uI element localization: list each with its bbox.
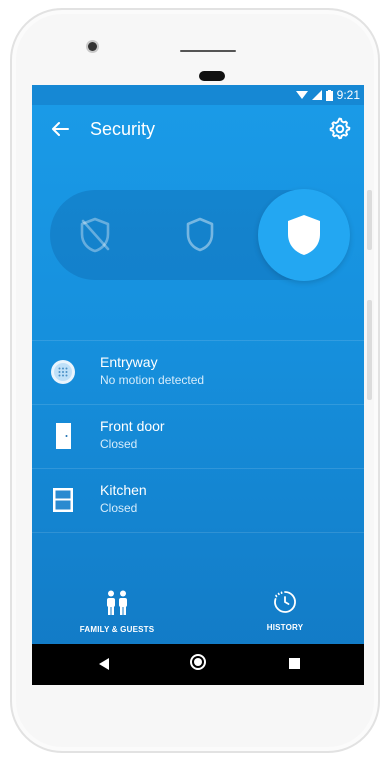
proximity-sensor xyxy=(199,71,225,81)
status-time: 9:21 xyxy=(336,88,360,102)
tab-label: HISTORY xyxy=(266,623,304,632)
shield-off-icon xyxy=(80,217,110,253)
device-status: Closed xyxy=(100,437,138,451)
mode-off-button[interactable] xyxy=(50,190,140,280)
device-status: No motion detected xyxy=(100,373,205,387)
motion-sensor-icon xyxy=(51,360,75,384)
mode-away-button[interactable] xyxy=(258,189,350,281)
device-name: Front door xyxy=(100,418,165,434)
app-bar: Security xyxy=(32,105,364,153)
list-item[interactable]: Kitchen Closed xyxy=(32,468,364,533)
device-list: Entryway No motion detected Front door C… xyxy=(32,340,364,533)
wifi-icon xyxy=(295,91,308,99)
tab-history[interactable]: HISTORY xyxy=(260,590,310,640)
nav-recents-icon[interactable] xyxy=(289,658,300,669)
arrow-left-icon[interactable] xyxy=(48,117,72,141)
history-clock-icon xyxy=(274,591,296,613)
door-icon xyxy=(56,423,71,449)
device-name: Entryway xyxy=(100,354,158,370)
device-status: Closed xyxy=(100,501,138,515)
front-camera xyxy=(88,42,97,51)
security-mode-selector xyxy=(50,189,350,281)
battery-icon xyxy=(325,89,333,101)
power-button xyxy=(367,190,372,250)
tab-label: FAMILY & GUESTS xyxy=(79,625,155,634)
mode-home-button[interactable] xyxy=(155,190,245,280)
list-item[interactable]: Entryway No motion detected xyxy=(32,340,364,404)
system-nav-bar xyxy=(32,644,364,685)
status-bar: 9:21 xyxy=(32,85,364,105)
list-item[interactable]: Front door Closed xyxy=(32,404,364,468)
earpiece-speaker xyxy=(180,50,236,52)
nav-back-icon[interactable] xyxy=(99,658,109,670)
gear-icon[interactable] xyxy=(328,117,352,141)
window-icon xyxy=(53,488,73,512)
people-icon xyxy=(107,590,127,615)
page-title: Security xyxy=(90,119,156,139)
shield-outline-icon xyxy=(186,217,214,252)
device-name: Kitchen xyxy=(100,482,147,498)
app-screen: 9:21 Security Entryway No motion detecte… xyxy=(32,85,364,685)
signal-icon xyxy=(311,90,322,100)
volume-button xyxy=(367,300,372,400)
tab-family-guests[interactable]: FAMILY & GUESTS xyxy=(72,590,162,640)
shield-filled-icon xyxy=(288,215,320,255)
nav-home-icon[interactable] xyxy=(190,654,206,670)
